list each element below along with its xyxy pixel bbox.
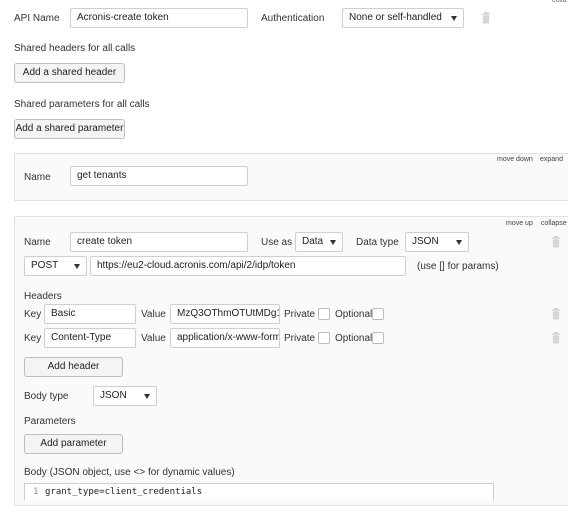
optional-label: Optional bbox=[335, 333, 373, 344]
body-type-value: JSON bbox=[100, 390, 127, 401]
body-editor[interactable]: 1 grant_type=client_credentials bbox=[24, 483, 494, 500]
body-type-select[interactable]: JSON bbox=[93, 386, 157, 406]
add-parameter-button[interactable]: Add parameter bbox=[24, 434, 123, 454]
authentication-label: Authentication bbox=[261, 13, 325, 24]
private-label: Private bbox=[284, 309, 316, 320]
optional-checkbox[interactable] bbox=[372, 332, 384, 344]
shared-parameters-label: Shared parameters for all calls bbox=[14, 99, 150, 110]
private-checkbox[interactable] bbox=[318, 332, 330, 344]
private-checkbox[interactable] bbox=[318, 308, 330, 320]
authentication-value: None or self-handled bbox=[349, 12, 442, 23]
chevron-down-icon bbox=[74, 264, 80, 269]
data-type-label: Data type bbox=[356, 237, 399, 248]
use-as-label: Use as bbox=[261, 237, 293, 248]
api-name-label: API Name bbox=[14, 13, 60, 24]
api-name-input[interactable]: Acronis-create token bbox=[70, 8, 248, 28]
line-number: 1 bbox=[33, 487, 39, 497]
shared-headers-label: Shared headers for all calls bbox=[14, 43, 136, 54]
move-up-link[interactable]: move up bbox=[506, 220, 533, 227]
call-name-input[interactable]: get tenants bbox=[70, 166, 248, 186]
chevron-down-icon bbox=[451, 16, 457, 21]
data-type-select[interactable]: JSON bbox=[405, 232, 469, 252]
url-input[interactable]: https://eu2-cloud.acronis.com/api/2/idp/… bbox=[90, 256, 406, 276]
trash-icon[interactable] bbox=[551, 308, 561, 320]
collapse-link[interactable]: collapse bbox=[541, 220, 567, 227]
parameters-label: Parameters bbox=[24, 416, 76, 427]
expand-link[interactable]: expand bbox=[540, 156, 563, 163]
header-value-label: Value bbox=[141, 333, 166, 344]
private-label: Private bbox=[284, 333, 316, 344]
optional-checkbox[interactable] bbox=[372, 308, 384, 320]
body-label: Body (JSON object, use <> for dynamic va… bbox=[24, 467, 235, 478]
chevron-down-icon bbox=[144, 394, 150, 399]
call-name-label: Name bbox=[24, 172, 51, 183]
trash-icon[interactable] bbox=[481, 12, 491, 24]
collapse-link-top[interactable]: colla bbox=[552, 0, 566, 4]
header-key-label: Key bbox=[24, 333, 42, 344]
add-shared-parameter-button[interactable]: Add a shared parameter bbox=[14, 119, 125, 139]
body-type-label: Body type bbox=[24, 391, 69, 402]
header-key-label: Key bbox=[24, 309, 42, 320]
call-name-label: Name bbox=[24, 237, 51, 248]
trash-icon[interactable] bbox=[551, 236, 561, 248]
header-key-input[interactable]: Content-Type bbox=[44, 328, 136, 348]
header-value-label: Value bbox=[141, 309, 166, 320]
method-select[interactable]: POST bbox=[24, 256, 87, 276]
add-shared-header-button[interactable]: Add a shared header bbox=[14, 63, 125, 83]
optional-label: Optional bbox=[335, 309, 373, 320]
header-value-input[interactable]: application/x-www-form-u bbox=[170, 328, 280, 348]
header-value-input[interactable]: MzQ3OThmOTUtMDg1Ny bbox=[170, 304, 280, 324]
use-as-value: Data bbox=[302, 236, 324, 247]
trash-icon[interactable] bbox=[551, 332, 561, 344]
use-as-select[interactable]: Data bbox=[295, 232, 343, 252]
method-value: POST bbox=[31, 260, 59, 271]
headers-label: Headers bbox=[24, 291, 62, 302]
add-header-button[interactable]: Add header bbox=[24, 357, 123, 377]
header-key-input[interactable]: Basic bbox=[44, 304, 136, 324]
data-type-value: JSON bbox=[412, 236, 439, 247]
chevron-down-icon bbox=[330, 240, 336, 245]
chevron-down-icon bbox=[456, 240, 462, 245]
body-code-line[interactable]: grant_type=client_credentials bbox=[45, 487, 202, 497]
move-down-link[interactable]: move down bbox=[497, 156, 533, 163]
authentication-select[interactable]: None or self-handled bbox=[342, 8, 464, 28]
url-hint: (use [] for params) bbox=[417, 261, 499, 272]
call-name-input[interactable]: create token bbox=[70, 232, 248, 252]
